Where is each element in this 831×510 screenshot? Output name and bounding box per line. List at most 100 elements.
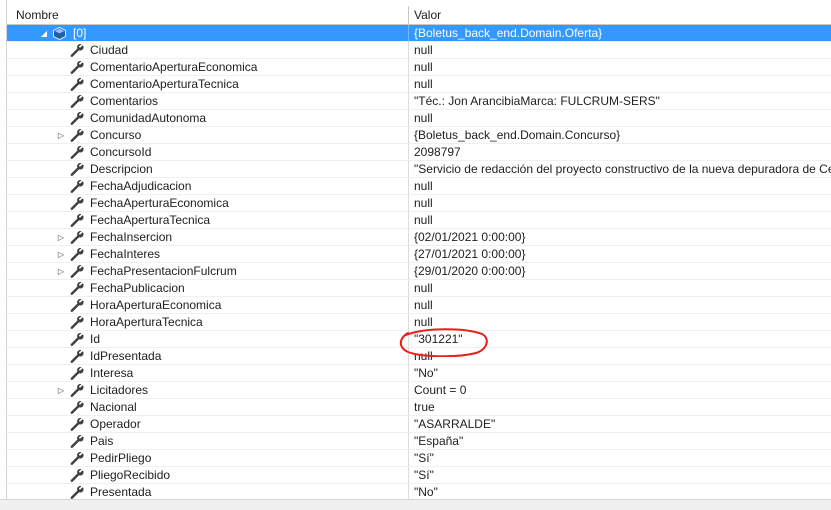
property-value[interactable]: {Boletus_back_end.Domain.Concurso} — [409, 127, 831, 144]
wrench-icon — [70, 112, 84, 125]
watch-row-idpresentada[interactable]: IdPresentada null — [7, 348, 831, 365]
property-name: Licitadores — [90, 383, 149, 397]
property-value[interactable]: "Sí" — [409, 450, 831, 467]
wrench-icon — [70, 265, 84, 278]
name-cell: ComentarioAperturaEconomica — [7, 59, 409, 76]
object-icon — [53, 27, 66, 40]
watch-row-comentarios[interactable]: Comentarios "Téc.: Jon ArancibiaMarca: FU… — [7, 93, 831, 110]
watch-row-concurso[interactable]: ▷ Concurso {Boletus_back_end.Domain.Concur… — [7, 127, 831, 144]
property-name: Nacional — [90, 400, 137, 414]
expand-arrow-icon[interactable]: ▷ — [55, 382, 67, 398]
property-value[interactable]: null — [409, 314, 831, 331]
property-value[interactable]: "España" — [409, 433, 831, 450]
name-cell: IdPresentada — [7, 348, 409, 365]
property-value[interactable]: {02/01/2021 0:00:00} — [409, 229, 831, 246]
property-value[interactable]: null — [409, 59, 831, 76]
name-cell: Comentarios — [7, 93, 409, 110]
watch-row-0[interactable]: ◢ [0] {Boletus_back_end.Domain.Oferta} — [7, 25, 831, 42]
name-cell: ▷ FechaInsercion — [7, 229, 409, 246]
column-header: Nombre Valor — [7, 6, 831, 25]
watch-row-ciudad[interactable]: Ciudad null — [7, 42, 831, 59]
wrench-icon — [70, 299, 84, 312]
property-value[interactable]: "ASARRALDE" — [409, 416, 831, 433]
property-name: ComunidadAutonoma — [90, 111, 207, 125]
wrench-icon — [70, 282, 84, 295]
watch-row-fechainsercion[interactable]: ▷ FechaInsercion {02/01/2021 0:00:00} — [7, 229, 831, 246]
property-value[interactable]: {27/01/2021 0:00:00} — [409, 246, 831, 263]
watch-row-descripcion[interactable]: Descripcion "Servicio de redacción del pr… — [7, 161, 831, 178]
property-value[interactable]: null — [409, 42, 831, 59]
property-value[interactable]: "No" — [409, 365, 831, 382]
name-cell: FechaAdjudicacion — [7, 178, 409, 195]
watch-row-comentarioaperturatecnica[interactable]: ComentarioAperturaTecnica null — [7, 76, 831, 93]
property-name: Interesa — [90, 366, 134, 380]
watch-row-horaaperturaeconomica[interactable]: HoraAperturaEconomica null — [7, 297, 831, 314]
name-cell: ConcursoId — [7, 144, 409, 161]
property-value[interactable]: "301221" — [409, 331, 831, 348]
property-name: HoraAperturaTecnica — [90, 315, 203, 329]
property-value[interactable]: null — [409, 280, 831, 297]
watch-row-licitadores[interactable]: ▷ Licitadores Count = 0 — [7, 382, 831, 399]
watch-rows: ◢ [0] {Boletus_back_end.Domain.Oferta} Ciud… — [7, 25, 831, 501]
wrench-icon — [70, 197, 84, 210]
name-cell: Interesa — [7, 365, 409, 382]
property-value[interactable]: null — [409, 297, 831, 314]
watch-row-horaaperturatecnica[interactable]: HoraAperturaTecnica null — [7, 314, 831, 331]
wrench-icon — [70, 469, 84, 482]
horizontal-scroll-area[interactable] — [0, 499, 831, 510]
name-cell: HoraAperturaEconomica — [7, 297, 409, 314]
watch-row-pais[interactable]: Pais "España" — [7, 433, 831, 450]
property-value[interactable]: null — [409, 195, 831, 212]
expand-arrow-icon[interactable]: ▷ — [55, 229, 67, 245]
property-name: Concurso — [90, 128, 142, 142]
watch-row-fechapresentacionfulcrum[interactable]: ▷ FechaPresentacionFulcrum {29/01/2020 0:0… — [7, 263, 831, 280]
watch-row-fechainteres[interactable]: ▷ FechaInteres {27/01/2021 0:00:00} — [7, 246, 831, 263]
watch-row-pliegorecibido[interactable]: PliegoRecibido "Sí" — [7, 467, 831, 484]
watch-row-nacional[interactable]: Nacional true — [7, 399, 831, 416]
wrench-icon — [70, 78, 84, 91]
property-value[interactable]: "Sí" — [409, 467, 831, 484]
watch-row-fechaaperturatecnica[interactable]: FechaAperturaTecnica null — [7, 212, 831, 229]
name-cell: ▷ FechaInteres — [7, 246, 409, 263]
property-value[interactable]: "Téc.: Jon ArancibiaMarca: FULCRUM-SERS" — [409, 93, 831, 110]
watch-row-pedirpliego[interactable]: PedirPliego "Sí" — [7, 450, 831, 467]
property-value[interactable]: null — [409, 212, 831, 229]
property-value[interactable]: null — [409, 348, 831, 365]
property-value[interactable]: "Servicio de redacción del proyecto cons… — [409, 161, 831, 178]
column-header-value[interactable]: Valor — [409, 6, 831, 24]
name-cell: ▷ FechaPresentacionFulcrum — [7, 263, 409, 280]
watch-row-comentarioaperturaeconomica[interactable]: ComentarioAperturaEconomica null — [7, 59, 831, 76]
watch-row-fechaaperturaeconomica[interactable]: FechaAperturaEconomica null — [7, 195, 831, 212]
name-cell: ▷ Concurso — [7, 127, 409, 144]
property-name: ComentarioAperturaEconomica — [90, 60, 258, 74]
wrench-icon — [70, 418, 84, 431]
property-value[interactable]: 2098797 — [409, 144, 831, 161]
property-name: FechaAdjudicacion — [90, 179, 192, 193]
property-value[interactable]: null — [409, 76, 831, 93]
property-value[interactable]: Count = 0 — [409, 382, 831, 399]
property-value[interactable]: {29/01/2020 0:00:00} — [409, 263, 831, 280]
property-value[interactable]: null — [409, 178, 831, 195]
column-header-name[interactable]: Nombre — [7, 6, 409, 24]
property-name: IdPresentada — [90, 349, 162, 363]
name-cell: ▷ Licitadores — [7, 382, 409, 399]
expand-arrow-icon[interactable]: ▷ — [55, 127, 67, 143]
property-name: Ciudad — [90, 43, 129, 57]
property-value[interactable]: {Boletus_back_end.Domain.Oferta} — [409, 25, 831, 42]
name-cell: Operador — [7, 416, 409, 433]
watch-row-fechaadjudicacion[interactable]: FechaAdjudicacion null — [7, 178, 831, 195]
watch-row-fechapublicacion[interactable]: FechaPublicacion null — [7, 280, 831, 297]
watch-row-id[interactable]: Id "301221" — [7, 331, 831, 348]
expand-arrow-icon[interactable]: ▷ — [55, 263, 67, 279]
property-value[interactable]: null — [409, 110, 831, 127]
watch-row-operador[interactable]: Operador "ASARRALDE" — [7, 416, 831, 433]
window-left-edge — [0, 0, 7, 510]
watch-row-concursoid[interactable]: ConcursoId 2098797 — [7, 144, 831, 161]
name-cell: ComentarioAperturaTecnica — [7, 76, 409, 93]
collapse-arrow-icon[interactable]: ◢ — [38, 25, 50, 41]
property-value[interactable]: true — [409, 399, 831, 416]
property-name: FechaInsercion — [90, 230, 173, 244]
expand-arrow-icon[interactable]: ▷ — [55, 246, 67, 262]
watch-row-interesa[interactable]: Interesa "No" — [7, 365, 831, 382]
watch-row-comunidadautonoma[interactable]: ComunidadAutonoma null — [7, 110, 831, 127]
